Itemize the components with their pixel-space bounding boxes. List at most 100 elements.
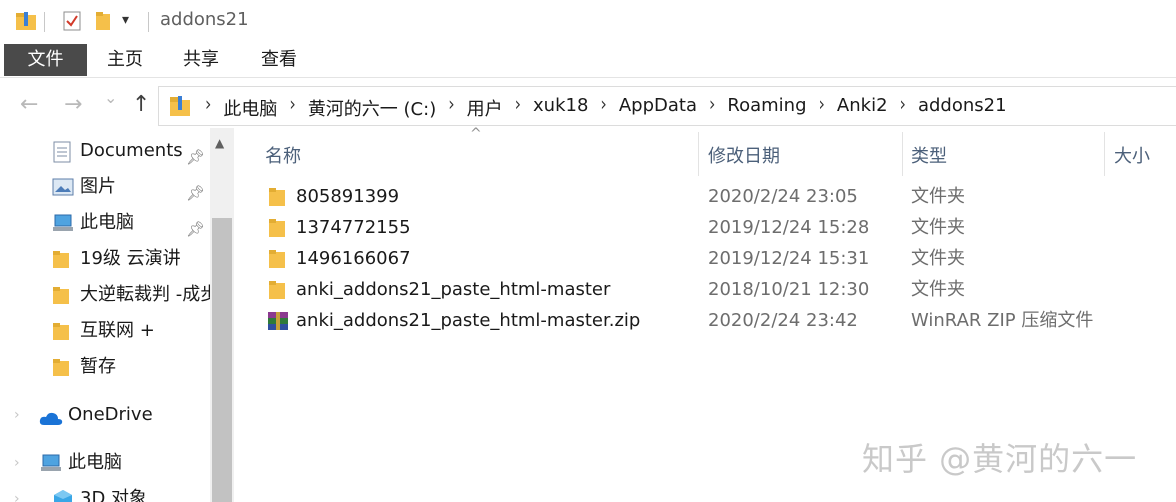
chevron-right-icon[interactable]: ›	[709, 92, 715, 123]
column-header-name[interactable]: 名称	[265, 142, 301, 168]
file-modified: 2018/10/21 12:30	[708, 279, 870, 300]
title-separator	[148, 12, 149, 32]
scroll-up-arrow-icon[interactable]: ▲	[215, 136, 224, 150]
computer-icon	[52, 213, 76, 238]
sidebar-item-onedrive[interactable]: › OneDrive	[0, 400, 210, 430]
file-modified: 2019/12/24 15:28	[708, 217, 870, 238]
column-header-modified[interactable]: 修改日期	[708, 142, 780, 168]
column-divider[interactable]	[698, 132, 699, 176]
file-row[interactable]: 1496166067 2019/12/24 15:31 文件夹	[264, 243, 1144, 274]
chevron-right-icon[interactable]: ›	[900, 92, 906, 123]
breadcrumb: › 此电脑 › 黄河的六一 (C:) › 用户 › xuk18 › AppDat…	[199, 92, 1013, 123]
folder-pin-icon	[169, 94, 191, 122]
file-type: 文件夹	[911, 186, 965, 207]
tab-share[interactable]: 共享	[168, 42, 234, 78]
properties-icon[interactable]	[62, 10, 82, 36]
ribbon: 文件 主页 共享 查看	[0, 42, 1176, 78]
breadcrumb-appdata[interactable]: AppData	[619, 95, 697, 121]
cloud-icon	[38, 407, 64, 430]
file-modified: 2019/12/24 15:31	[708, 248, 870, 269]
column-divider[interactable]	[902, 132, 903, 176]
pin-icon: 📌︎	[186, 184, 206, 202]
sidebar-scrollbar[interactable]: ▲	[210, 128, 234, 502]
sidebar-item-folder-internet-plus[interactable]: 互联网 +	[0, 316, 210, 346]
sidebar-item-folder-ace-attorney[interactable]: 大逆転裁判 -成步	[0, 280, 210, 310]
file-name: anki_addons21_paste_html-master.zip	[296, 310, 641, 331]
column-divider[interactable]	[1104, 132, 1105, 176]
sidebar-item-label: 图片	[80, 176, 116, 197]
sidebar-item-label: 暂存	[80, 356, 116, 377]
folder-icon	[52, 321, 72, 346]
file-type: WinRAR ZIP 压缩文件	[911, 310, 1094, 331]
sidebar-item-label: 3D 对象	[80, 488, 148, 502]
file-row[interactable]: 1374772155 2019/12/24 15:28 文件夹	[264, 212, 1144, 243]
folder-pin-icon[interactable]	[14, 10, 38, 36]
chevron-right-icon[interactable]: ›	[819, 92, 825, 123]
chevron-right-icon[interactable]: ›	[14, 400, 20, 430]
breadcrumb-user[interactable]: xuk18	[533, 95, 588, 121]
breadcrumb-this-pc[interactable]: 此电脑	[223, 95, 277, 121]
sidebar-item-folder-19[interactable]: 19级 云演讲	[0, 244, 210, 274]
watermark: 知乎 @黄河的六一	[862, 440, 1138, 478]
file-name: 805891399	[296, 186, 400, 207]
back-arrow-icon[interactable]: ←	[20, 92, 38, 117]
file-row[interactable]: 805891399 2020/2/24 23:05 文件夹	[264, 181, 1144, 212]
breadcrumb-anki2[interactable]: Anki2	[837, 95, 888, 121]
address-bar[interactable]: › 此电脑 › 黄河的六一 (C:) › 用户 › xuk18 › AppDat…	[158, 86, 1176, 126]
breadcrumb-roaming[interactable]: Roaming	[727, 95, 806, 121]
title-separator	[44, 12, 45, 32]
winrar-archive-icon	[266, 310, 290, 342]
file-name: 1496166067	[296, 248, 411, 269]
chevron-right-icon[interactable]: ›	[205, 92, 211, 123]
sidebar-item-label: 此电脑	[80, 212, 134, 233]
column-header-size[interactable]: 大小	[1114, 142, 1150, 168]
tab-home[interactable]: 主页	[92, 42, 158, 78]
chevron-right-icon[interactable]: ›	[14, 448, 20, 478]
file-type: 文件夹	[911, 279, 965, 300]
file-row[interactable]: anki_addons21_paste_html-master.zip 2020…	[264, 305, 1144, 336]
file-modified: 2020/2/24 23:42	[708, 310, 858, 331]
sidebar-item-3d-objects[interactable]: › 3D 对象	[0, 484, 210, 502]
window-title: addons21	[160, 9, 249, 30]
chevron-right-icon[interactable]: ›	[448, 92, 454, 123]
chevron-right-icon[interactable]: ›	[14, 484, 20, 502]
pictures-icon	[52, 177, 74, 202]
chevron-right-icon[interactable]: ›	[289, 92, 295, 123]
3d-objects-icon	[52, 489, 74, 502]
breadcrumb-users[interactable]: 用户	[467, 95, 503, 121]
sort-ascending-icon: ^	[470, 126, 482, 142]
folder-icon	[52, 357, 72, 382]
title-bar: ▾ addons21	[0, 0, 1176, 42]
file-row[interactable]: anki_addons21_paste_html-master 2018/10/…	[264, 274, 1144, 305]
customize-toolbar-icon[interactable]: ▾	[122, 12, 129, 28]
sidebar-item-this-pc[interactable]: › 此电脑	[0, 448, 210, 478]
breadcrumb-addons21[interactable]: addons21	[918, 95, 1007, 121]
tab-file[interactable]: 文件	[4, 44, 87, 76]
tab-view[interactable]: 查看	[246, 42, 312, 78]
navigation-pane: Documents 📌︎ 图片 📌︎ 此电脑 📌︎ 19级 云演讲 大逆転裁判 …	[0, 128, 234, 502]
recent-locations-icon[interactable]: ⌄	[104, 88, 117, 107]
file-type: 文件夹	[911, 248, 965, 269]
forward-arrow-icon[interactable]: →	[64, 92, 82, 117]
sidebar-item-label: OneDrive	[68, 404, 153, 425]
file-name: anki_addons21_paste_html-master	[296, 279, 611, 300]
sidebar-item-folder-temp[interactable]: 暂存	[0, 352, 210, 382]
sidebar-item-label: 互联网 +	[80, 320, 155, 341]
sidebar-item-pictures[interactable]: 图片 📌︎	[0, 172, 210, 202]
chevron-right-icon[interactable]: ›	[515, 92, 521, 123]
sidebar-item-documents[interactable]: Documents 📌︎	[0, 136, 210, 166]
sidebar-item-label: 19级 云演讲	[80, 248, 181, 269]
scrollbar-thumb[interactable]	[212, 218, 232, 502]
up-arrow-icon[interactable]: ↑	[132, 92, 150, 117]
file-modified: 2020/2/24 23:05	[708, 186, 858, 207]
chevron-right-icon[interactable]: ›	[600, 92, 606, 123]
file-type: 文件夹	[911, 217, 965, 238]
document-icon	[52, 141, 72, 166]
sidebar-item-this-pc-pinned[interactable]: 此电脑 📌︎	[0, 208, 210, 238]
sidebar-item-label: 大逆転裁判 -成步	[80, 284, 210, 305]
new-folder-icon[interactable]	[94, 10, 114, 36]
column-header-type[interactable]: 类型	[911, 142, 947, 168]
breadcrumb-drive-c[interactable]: 黄河的六一 (C:)	[308, 95, 436, 121]
sidebar-item-label: Documents	[80, 140, 183, 161]
file-name: 1374772155	[296, 217, 411, 238]
